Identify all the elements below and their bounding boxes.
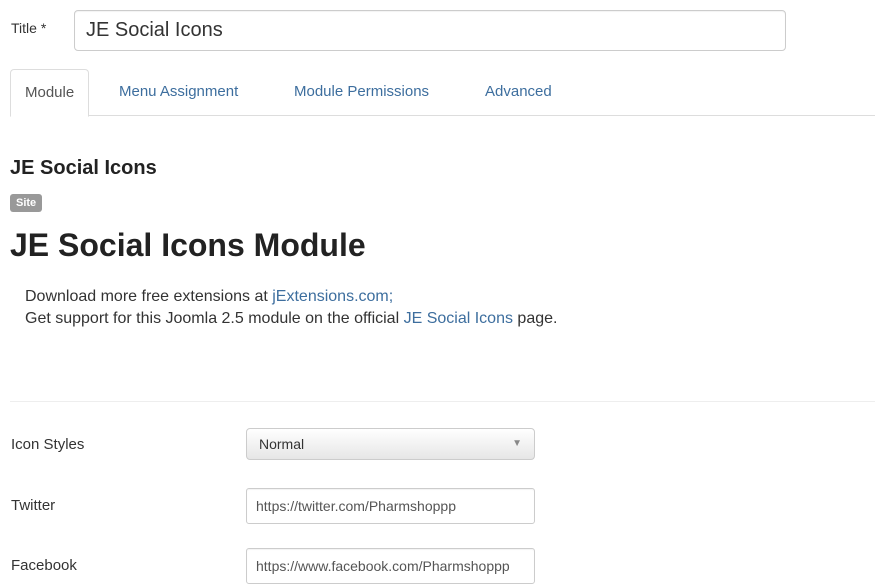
tab-module-permissions[interactable]: Module Permissions	[280, 69, 443, 116]
tab-menu-assignment[interactable]: Menu Assignment	[105, 69, 252, 116]
tab-advanced[interactable]: Advanced	[471, 69, 566, 116]
icon-styles-label: Icon Styles	[11, 436, 85, 453]
twitter-input[interactable]	[246, 488, 535, 524]
site-badge: Site	[10, 194, 43, 212]
module-heading: JE Social Icons Module	[10, 227, 366, 263]
facebook-label: Facebook	[11, 557, 77, 574]
title-input[interactable]	[74, 10, 786, 51]
tab-module[interactable]: Module	[10, 69, 90, 117]
jextensions-link[interactable]: jExtensions.com;	[272, 288, 393, 305]
description-text: Download more free extensions at	[25, 288, 273, 305]
module-description: Download more free extensions at jExtens…	[25, 286, 557, 330]
icon-styles-value: Normal	[259, 436, 305, 452]
je-social-icons-link[interactable]: JE Social Icons	[404, 310, 513, 327]
description-line-1: Download more free extensions at jExtens…	[25, 286, 557, 308]
icon-styles-select[interactable]: Normal ▼	[246, 428, 535, 460]
description-text: Get support for this Joomla 2.5 module o…	[25, 310, 404, 327]
twitter-label: Twitter	[11, 497, 56, 514]
tab-bar: Module Menu Assignment Module Permission…	[10, 69, 875, 117]
description-line-2: Get support for this Joomla 2.5 module o…	[25, 308, 557, 330]
module-name: JE Social Icons	[10, 157, 157, 179]
divider	[10, 401, 875, 402]
title-label: Title *	[11, 20, 47, 36]
description-text: page.	[512, 310, 558, 327]
chevron-down-icon: ▼	[512, 438, 522, 449]
